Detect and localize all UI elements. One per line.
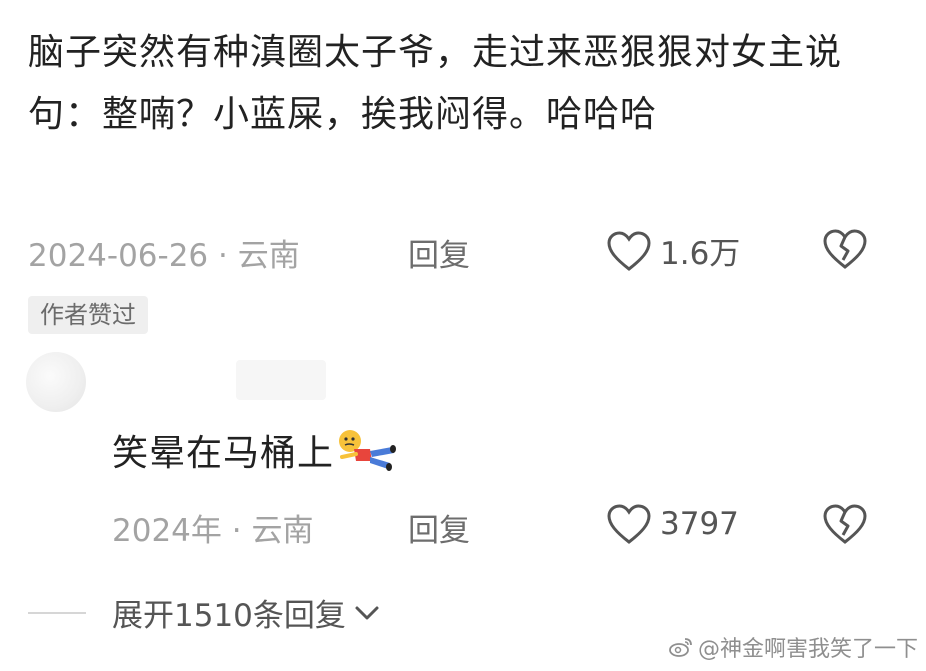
avatar[interactable]: [26, 352, 86, 412]
reply-date-location: 2024年 · 云南: [112, 512, 314, 549]
expand-replies-button[interactable]: 展开1510条回复: [28, 590, 380, 635]
heart-outline-icon: [606, 503, 652, 545]
reply-meta: 2024年 · 云南: [112, 507, 314, 549]
comment-text: 脑子突然有种滇圈太子爷，走过来恶狠狠对女主说句：整喃？小蓝屎，挨我闷得。哈哈哈: [28, 32, 843, 135]
reply-like-count: 3797: [660, 506, 739, 542]
comment-meta: 2024-06-26 · 云南: [28, 232, 300, 274]
reply-comment: 笑晕在马桶上: [112, 424, 398, 476]
author-liked-badge: 作者赞过: [28, 296, 148, 334]
broken-heart-icon[interactable]: [822, 503, 868, 545]
lying-figure-emoji: [336, 427, 398, 473]
comment-like-count: 1.6万: [660, 236, 741, 272]
divider-line: [28, 611, 86, 614]
chevron-down-icon: [354, 604, 380, 622]
watermark-text: @神金啊害我笑了一下: [697, 637, 918, 662]
watermark: @神金啊害我笑了一下: [668, 631, 918, 663]
reply-text: 笑晕在马桶上: [112, 433, 335, 474]
comment-date-location: 2024-06-26 · 云南: [28, 237, 300, 274]
heart-outline-icon: [606, 230, 652, 272]
username-blurred[interactable]: [236, 360, 326, 400]
comment-reply-button[interactable]: 回复: [408, 230, 470, 275]
comment-like-button[interactable]: 1.6万: [606, 228, 740, 273]
weibo-icon: [668, 636, 694, 658]
expand-replies-label: 展开1510条回复: [112, 598, 346, 634]
broken-heart-icon[interactable]: [822, 228, 868, 270]
reply-like-button[interactable]: 3797: [606, 503, 739, 545]
reply-reply-button[interactable]: 回复: [408, 505, 470, 550]
